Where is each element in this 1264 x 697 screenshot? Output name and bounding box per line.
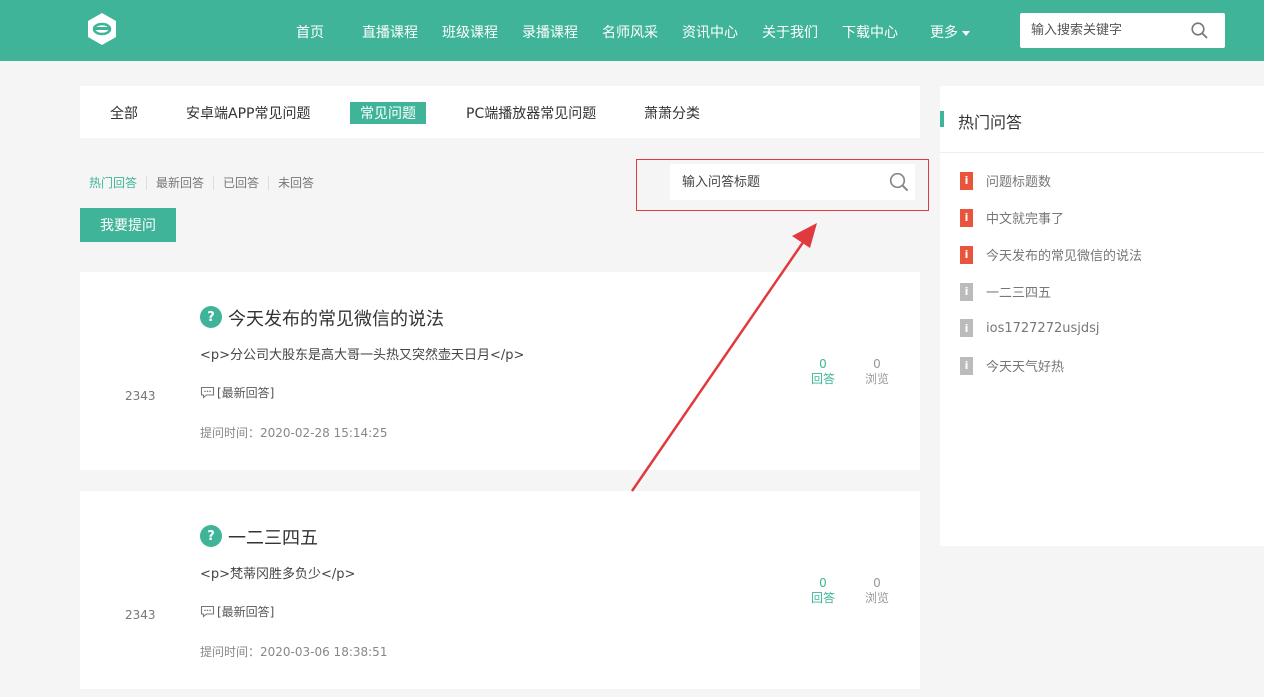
nav-download[interactable]: 下载中心 <box>842 22 898 42</box>
nav-more-label: 更多 <box>930 25 958 41</box>
hot-questions-title: 热门问答 <box>958 113 1023 132</box>
top-header: 首页 直播课程 班级课程 录播课程 名师风采 资讯中心 关于我们 下载中心 更多 <box>0 0 1264 61</box>
site-search <box>1020 13 1225 48</box>
question-mark-icon: ? <box>200 525 222 547</box>
latest-answer-link[interactable]: [最新回答] <box>200 384 274 401</box>
hot-question-label: 问题标题数 <box>986 175 1052 190</box>
hot-question-label: 中文就完事了 <box>986 212 1065 227</box>
question-search-input[interactable] <box>670 164 870 200</box>
view-count-label: 浏览 <box>864 372 889 386</box>
nav-recorded-courses[interactable]: 录播课程 <box>522 22 578 42</box>
answer-count[interactable]: 0 回答 <box>803 357 843 387</box>
filter-latest[interactable]: 最新回答 <box>156 174 204 191</box>
view-count: 0 浏览 <box>857 576 897 606</box>
view-count: 0 浏览 <box>857 357 897 387</box>
nav-about[interactable]: 关于我们 <box>762 22 818 42</box>
question-time: 提问时间：2020-02-28 15:14:25 <box>200 426 388 440</box>
filter-unanswered[interactable]: 未回答 <box>278 174 314 191</box>
answer-count-value: 0 <box>819 576 827 590</box>
info-badge-icon: i <box>960 245 973 264</box>
info-badge-icon: i <box>960 356 973 375</box>
nav-class-courses[interactable]: 班级课程 <box>442 22 498 42</box>
divider <box>146 175 148 190</box>
comment-icon <box>200 386 215 399</box>
hot-question-label: 一二三四五 <box>986 286 1052 301</box>
view-count-value: 0 <box>873 357 881 371</box>
hot-question-item[interactable]: i 一二三四五 <box>960 282 1051 301</box>
site-search-input[interactable] <box>1020 13 1170 48</box>
category-tabs: 全部 安卓端APP常见问题 常见问题 PC端播放器常见问题 萧萧分类 <box>80 86 920 138</box>
hot-question-item[interactable]: i 今天发布的常见微信的说法 <box>960 245 1142 264</box>
answer-filters: 热门回答 最新回答 已回答 未回答 <box>89 174 314 191</box>
info-badge-icon: i <box>960 319 973 337</box>
question-title[interactable]: 今天发布的常见微信的说法 <box>228 305 444 331</box>
caret-down-icon <box>962 30 970 36</box>
question-number: 2343 <box>125 389 156 403</box>
hot-question-label: 今天发布的常见微信的说法 <box>986 249 1143 264</box>
info-badge-icon: i <box>960 282 973 301</box>
comment-icon <box>200 605 215 618</box>
answer-count-value: 0 <box>819 357 827 371</box>
hot-question-label: 今天天气好热 <box>986 360 1065 375</box>
filter-answered[interactable]: 已回答 <box>223 174 259 191</box>
search-icon[interactable] <box>889 172 909 192</box>
tab-xiaoxiao-category[interactable]: 萧萧分类 <box>644 103 700 123</box>
nav-live-courses[interactable]: 直播课程 <box>362 22 418 42</box>
question-search <box>670 164 915 200</box>
logo-icon[interactable] <box>85 12 119 46</box>
question-content: <p>分公司大股东是高大哥一头热又突然壶天日月</p> <box>200 348 525 363</box>
accent-bar <box>940 111 944 127</box>
hot-question-item[interactable]: i 今天天气好热 <box>960 356 1064 375</box>
question-time: 提问时间：2020-03-06 18:38:51 <box>200 645 388 659</box>
nav-more[interactable]: 更多 <box>930 22 970 42</box>
question-content: <p>梵蒂冈胜多负少</p> <box>200 567 356 582</box>
question-card[interactable]: 2343 ? 今天发布的常见微信的说法 <p>分公司大股东是高大哥一头热又突然壶… <box>80 272 920 470</box>
latest-answer-link[interactable]: [最新回答] <box>200 603 274 620</box>
nav-teachers[interactable]: 名师风采 <box>602 22 658 42</box>
divider <box>268 175 270 190</box>
hot-question-item[interactable]: i ios1727272usjdsj <box>960 319 1100 337</box>
question-card[interactable]: 2343 ? 一二三四五 <p>梵蒂冈胜多负少</p> [最新回答] 提问时间：… <box>80 491 920 689</box>
tab-android-faq[interactable]: 安卓端APP常见问题 <box>186 103 310 123</box>
question-number: 2343 <box>125 608 156 622</box>
latest-answer-label: [最新回答] <box>217 605 275 619</box>
tab-pc-player-faq[interactable]: PC端播放器常见问题 <box>466 103 596 123</box>
answer-count-label: 回答 <box>810 591 835 605</box>
view-count-value: 0 <box>873 576 881 590</box>
view-count-label: 浏览 <box>864 591 889 605</box>
hot-question-label: ios1727272usjdsj <box>986 320 1100 336</box>
info-badge-icon: i <box>960 208 973 227</box>
hot-questions-panel: 热门问答 i 问题标题数 i 中文就完事了 i 今天发布的常见微信的说法 i 一二三四五… <box>940 86 1264 546</box>
hot-question-item[interactable]: i 中文就完事了 <box>960 208 1064 227</box>
search-icon[interactable] <box>1191 22 1208 39</box>
info-badge-icon: i <box>960 171 973 190</box>
hot-question-item[interactable]: i 问题标题数 <box>960 171 1051 190</box>
nav-news[interactable]: 资讯中心 <box>682 22 738 42</box>
divider <box>940 152 1264 153</box>
question-mark-icon: ? <box>200 306 222 328</box>
tab-all[interactable]: 全部 <box>110 103 138 123</box>
nav-home[interactable]: 首页 <box>296 22 324 42</box>
answer-count[interactable]: 0 回答 <box>803 576 843 606</box>
filter-hot[interactable]: 热门回答 <box>89 174 137 191</box>
question-title[interactable]: 一二三四五 <box>228 524 318 550</box>
divider <box>213 175 215 190</box>
answer-count-label: 回答 <box>810 372 835 386</box>
tab-common-faq[interactable]: 常见问题 <box>350 102 426 124</box>
latest-answer-label: [最新回答] <box>217 386 275 400</box>
ask-question-button[interactable]: 我要提问 <box>80 208 176 242</box>
